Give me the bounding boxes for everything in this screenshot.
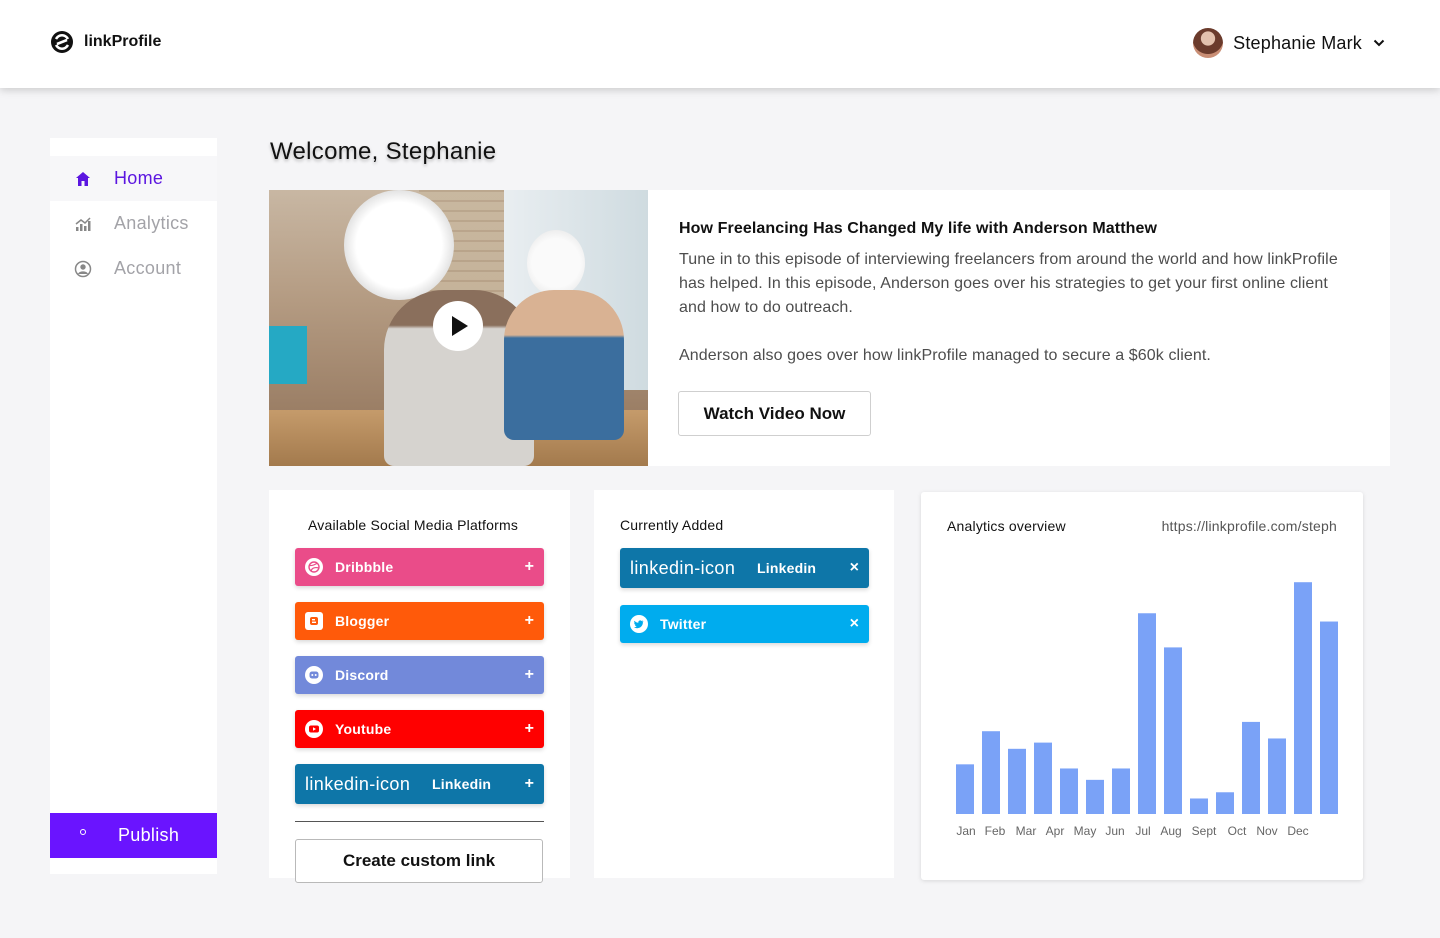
chart-bar [1320,621,1338,814]
user-name: Stephanie Mark [1233,32,1362,53]
analytics-overview-card: Analytics overview https://linkprofile.c… [921,492,1363,880]
platform-discord[interactable]: Discord + [295,656,544,694]
blogger-icon [305,612,323,630]
added-platform-twitter[interactable]: Twitter × [620,605,869,643]
sidebar-item-label: Account [114,258,182,278]
play-icon[interactable] [433,301,483,351]
sidebar-item-home[interactable]: Home [50,156,217,201]
sidebar-item-label: Home [114,168,164,188]
page-title: Welcome, Stephanie [270,138,497,165]
sidebar-item-account[interactable]: Account [50,246,217,291]
chart-bar [1216,792,1234,814]
chart-x-tick-label: Mar [1016,824,1037,838]
card-title: Available Social Media Platforms [308,517,519,533]
analytics-bar-chart: Jan Feb Mar Apr May Jun Jul Aug Sept Oct Nov Dec [956,582,1338,838]
chart-bar [1086,779,1104,814]
platform-label: Dribbble [335,559,394,575]
chart-bar [956,764,974,814]
card-title: Currently Added [620,517,724,533]
added-platform-linkedin[interactable]: linkedin-icon Linkedin × [620,548,869,588]
platform-label: Discord [335,667,389,683]
add-icon[interactable]: + [525,666,534,684]
platform-label: Linkedin [432,776,492,792]
sidebar-item-label: Analytics [114,213,189,233]
chart-bar [1034,742,1052,814]
thumbnail-studio-light [527,230,585,296]
linkedin-icon: linkedin-icon [305,773,411,794]
platform-label: Youtube [335,721,392,737]
currently-added-card: Currently Added linkedin-icon Linkedin ×… [594,490,894,878]
thumbnail-person [504,290,624,440]
linkprofile-logo-icon [51,31,73,53]
chart-x-tick-label: Dec [1287,824,1308,838]
add-icon[interactable]: + [525,558,534,576]
chart-bar [982,731,1000,814]
chart-bar [1138,613,1156,814]
chevron-down-icon [1373,39,1385,47]
sidebar: Home Analytics Account Publish [50,138,217,874]
remove-icon[interactable]: × [850,615,859,633]
publish-icon [80,829,86,835]
publish-label: Publish [118,825,180,845]
video-description-extra: Anderson also goes over how linkProfile … [679,347,1211,364]
video-card: How Freelancing Has Changed My life with… [269,190,1390,466]
analytics-icon [74,215,92,233]
home-icon [74,170,92,188]
chart-x-tick-label: Jun [1105,824,1124,838]
platform-label: Linkedin [757,560,817,576]
chart-x-tick-label: Nov [1256,824,1277,838]
chart-bar [1008,748,1026,814]
user-menu[interactable]: Stephanie Mark [1193,28,1386,58]
discord-icon [305,666,323,684]
video-title: How Freelancing Has Changed My life with… [679,220,1158,237]
add-icon[interactable]: + [525,775,534,793]
create-custom-link-button[interactable]: Create custom link [295,839,543,883]
watch-video-button[interactable]: Watch Video Now [678,391,871,436]
platform-label: Blogger [335,613,390,629]
platform-blogger[interactable]: Blogger + [295,602,544,640]
dribbble-icon [305,558,323,576]
thumbnail-studio-light [344,190,454,300]
chart-bar [1294,582,1312,814]
video-description: Tune in to this episode of interviewing … [679,251,1338,316]
account-icon [74,260,92,278]
remove-icon[interactable]: × [850,559,859,577]
chart-bar [1060,768,1078,814]
add-icon[interactable]: + [525,720,534,738]
linkedin-icon: linkedin-icon [630,557,736,578]
twitter-icon [630,615,648,633]
chart-x-tick-label: Jul [1135,824,1150,838]
chart-bar [1164,647,1182,814]
platform-linkedin[interactable]: linkedin-icon Linkedin + [295,764,544,804]
chart-bar [1242,721,1260,814]
publish-button[interactable]: Publish [50,813,217,858]
chart-bar [1190,798,1208,814]
available-platforms-card: Available Social Media Platforms Dribbbl… [269,490,570,883]
video-thumbnail[interactable] [269,190,648,466]
chart-x-tick-label: Aug [1160,824,1181,838]
platform-youtube[interactable]: Youtube + [295,710,544,748]
top-bar: linkProfile Stephanie Mark [0,0,1440,88]
chart-x-tick-label: Apr [1046,824,1065,838]
chart-bar [1112,768,1130,814]
brand-name: linkProfile [84,33,162,50]
divider [295,821,544,822]
chart-bar [1268,738,1286,814]
chart-x-tick-label: Sept [1192,824,1217,838]
brand-logo[interactable]: linkProfile [50,30,161,54]
chart-x-tick-label: Oct [1228,824,1247,838]
chart-x-tick-label: Feb [985,824,1006,838]
add-icon[interactable]: + [525,612,534,630]
platform-label: Twitter [660,616,707,632]
chart-x-tick-label: Jan [956,824,975,838]
youtube-icon [305,720,323,738]
platform-dribbble[interactable]: Dribbble + [295,548,544,586]
thumbnail-monitor [269,326,307,384]
sidebar-item-analytics[interactable]: Analytics [50,201,217,246]
avatar [1193,28,1224,58]
chart-x-tick-label: May [1074,824,1097,838]
